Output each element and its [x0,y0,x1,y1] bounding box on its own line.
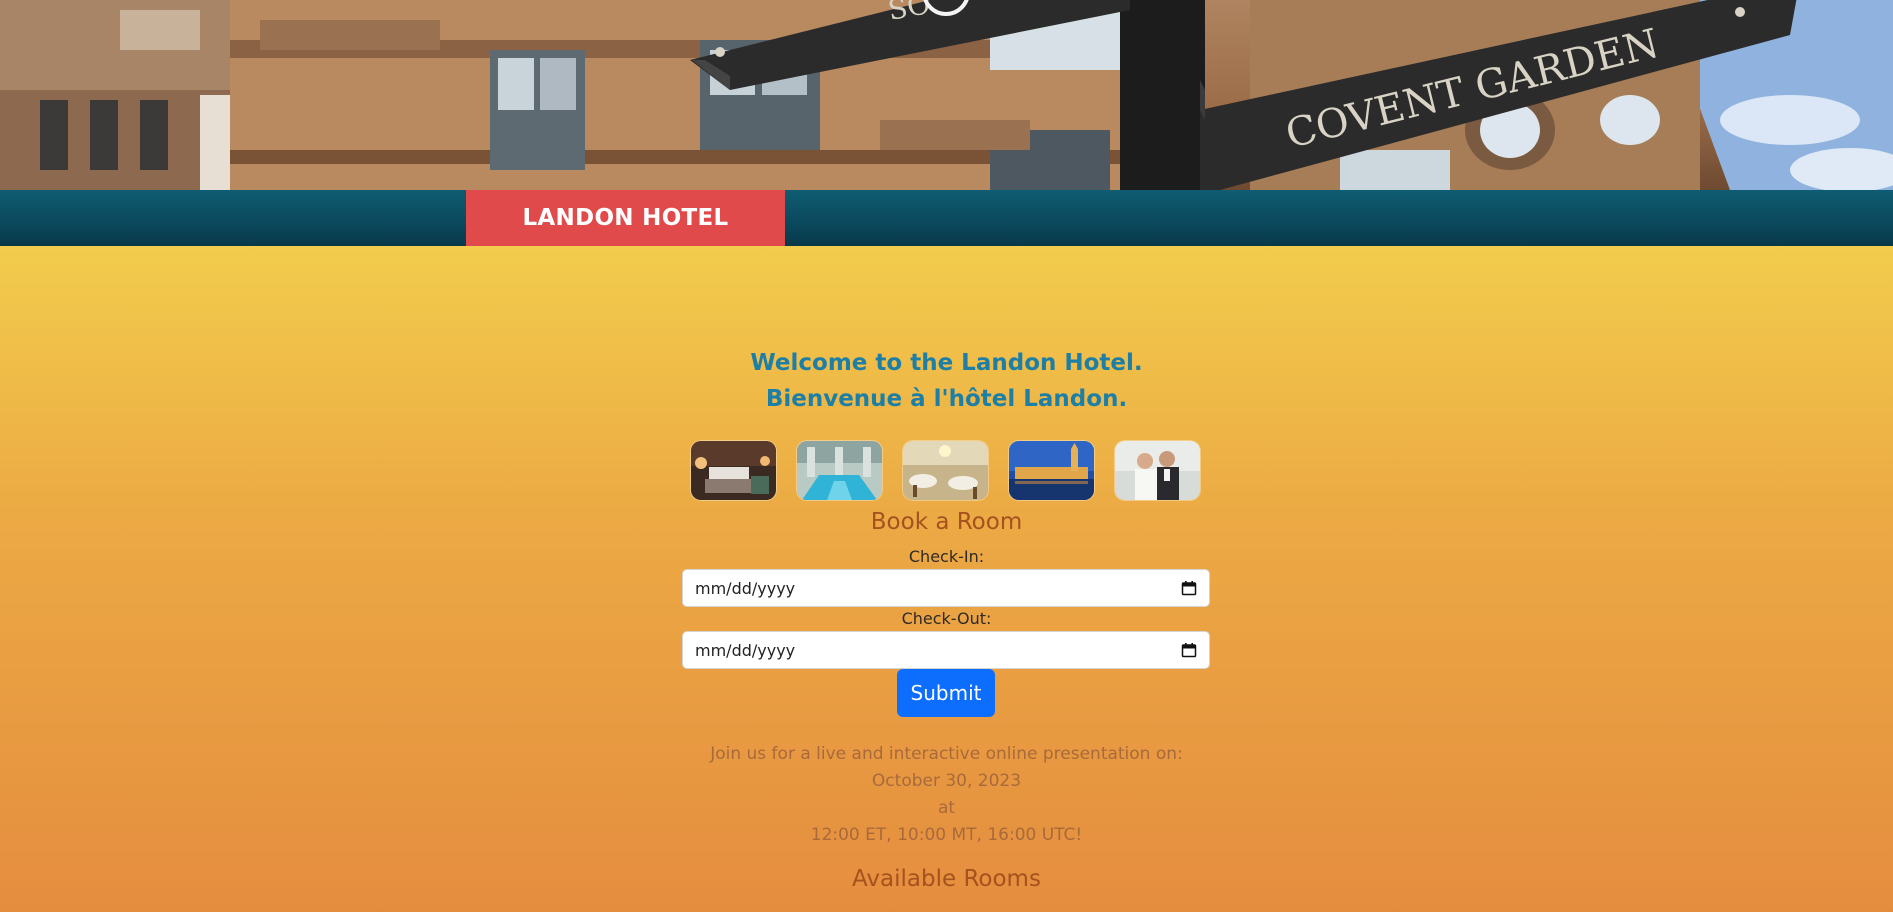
presentation-at: at [937,798,956,818]
book-room-heading: Book a Room [870,509,1023,535]
checkin-date-input[interactable]: mm/dd/yyyy [682,569,1210,607]
presentation-date: October 30, 2023 [871,771,1022,791]
thumb-dining-room[interactable] [903,441,988,500]
hero-photo: COVENT GARDEN SO [0,0,1893,190]
calendar-icon[interactable] [1181,642,1197,658]
calendar-icon[interactable] [1181,580,1197,596]
thumb-guest-room[interactable] [691,441,776,500]
welcome-heading-fr: Bienvenue à l'hôtel Landon. [765,386,1128,412]
checkout-label: Check-Out: [901,609,992,628]
submit-button[interactable]: Submit [897,669,995,717]
thumb-indoor-pool[interactable] [797,441,882,500]
thumb-westminster[interactable] [1009,441,1094,500]
welcome-heading-en: Welcome to the Landon Hotel. [750,350,1143,376]
dining-image [903,441,988,500]
westminster-image [1009,441,1094,500]
brand-logo[interactable]: LANDON HOTEL [466,190,785,246]
thumb-wedding[interactable] [1115,441,1200,500]
presentation-intro: Join us for a live and interactive onlin… [710,744,1183,764]
checkin-label: Check-In: [908,547,985,566]
checkin-placeholder: mm/dd/yyyy [695,578,796,598]
presentation-time: 12:00 ET, 10:00 MT, 16:00 UTC! [810,825,1083,845]
available-rooms-heading: Available Rooms [852,866,1041,892]
wedding-image [1115,441,1200,500]
guest-room-image [691,441,776,500]
nav-bar [0,190,1893,246]
photo-gallery [691,441,1200,500]
pool-image [797,441,882,500]
checkout-placeholder: mm/dd/yyyy [695,640,796,660]
checkout-date-input[interactable]: mm/dd/yyyy [682,631,1210,669]
hero-banner: COVENT GARDEN SO [0,0,1893,190]
